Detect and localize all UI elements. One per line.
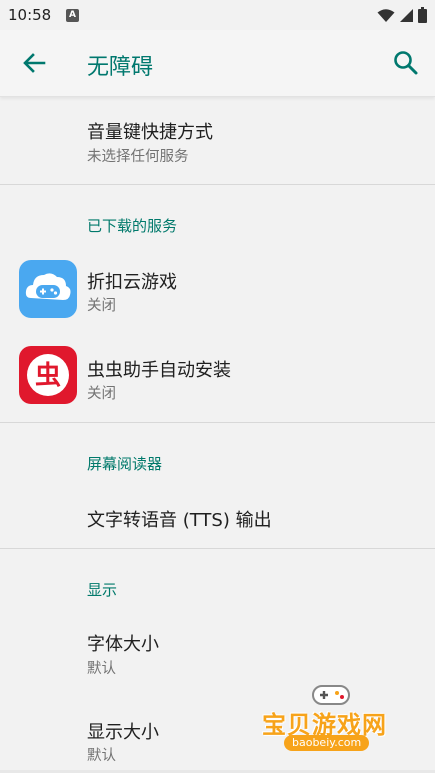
- status-bar: 10:58 A: [0, 0, 435, 30]
- search-icon: [394, 51, 418, 75]
- status-time: 10:58: [8, 6, 52, 24]
- tts-output-item[interactable]: 文字转语音 (TTS) 输出: [0, 488, 435, 548]
- arrow-left-icon: [23, 53, 46, 73]
- display-size-title: 显示大小: [87, 722, 159, 743]
- signal-icon: [400, 8, 413, 22]
- app-title: 折扣云游戏: [87, 272, 177, 293]
- volume-shortcut-title: 音量键快捷方式: [87, 122, 213, 143]
- divider: [0, 548, 435, 549]
- svg-text:虫: 虫: [35, 361, 61, 391]
- gamepad-icon: [312, 685, 350, 705]
- section-header-screen-reader: 屏幕阅读器: [87, 455, 163, 473]
- status-icons: [377, 7, 427, 23]
- section-header-display: 显示: [87, 581, 118, 599]
- app-bar: 无障碍: [0, 30, 435, 97]
- page-title: 无障碍: [87, 55, 154, 80]
- divider: [0, 422, 435, 423]
- notification-a-icon: A: [66, 9, 79, 22]
- app-title: 虫虫助手自动安装: [87, 360, 231, 381]
- app-status: 关闭: [87, 386, 116, 402]
- chongchong-helper-icon: 虫: [19, 346, 77, 404]
- app-item-chongchong-helper[interactable]: 虫 虫虫助手自动安装 关闭: [0, 336, 435, 422]
- watermark: 宝贝游戏网 baobeiy.com: [258, 680, 408, 760]
- wifi-icon: [377, 8, 395, 22]
- font-size-subtitle: 默认: [87, 661, 116, 677]
- volume-shortcut-subtitle: 未选择任何服务: [87, 149, 189, 165]
- app-item-discount-cloud-game[interactable]: 折扣云游戏 关闭: [0, 248, 435, 336]
- discount-cloud-game-icon: [19, 260, 77, 318]
- search-button[interactable]: [391, 48, 421, 78]
- tts-output-title: 文字转语音 (TTS) 输出: [87, 510, 272, 531]
- battery-icon: [418, 7, 427, 23]
- app-status: 关闭: [87, 298, 116, 314]
- back-button[interactable]: [18, 47, 50, 79]
- section-header-downloaded: 已下载的服务: [87, 217, 178, 235]
- watermark-url: baobeiy.com: [284, 735, 370, 751]
- font-size-title: 字体大小: [87, 634, 159, 655]
- volume-shortcut-item[interactable]: 音量键快捷方式 未选择任何服务: [0, 98, 435, 184]
- divider: [0, 184, 435, 185]
- display-size-subtitle: 默认: [87, 748, 116, 764]
